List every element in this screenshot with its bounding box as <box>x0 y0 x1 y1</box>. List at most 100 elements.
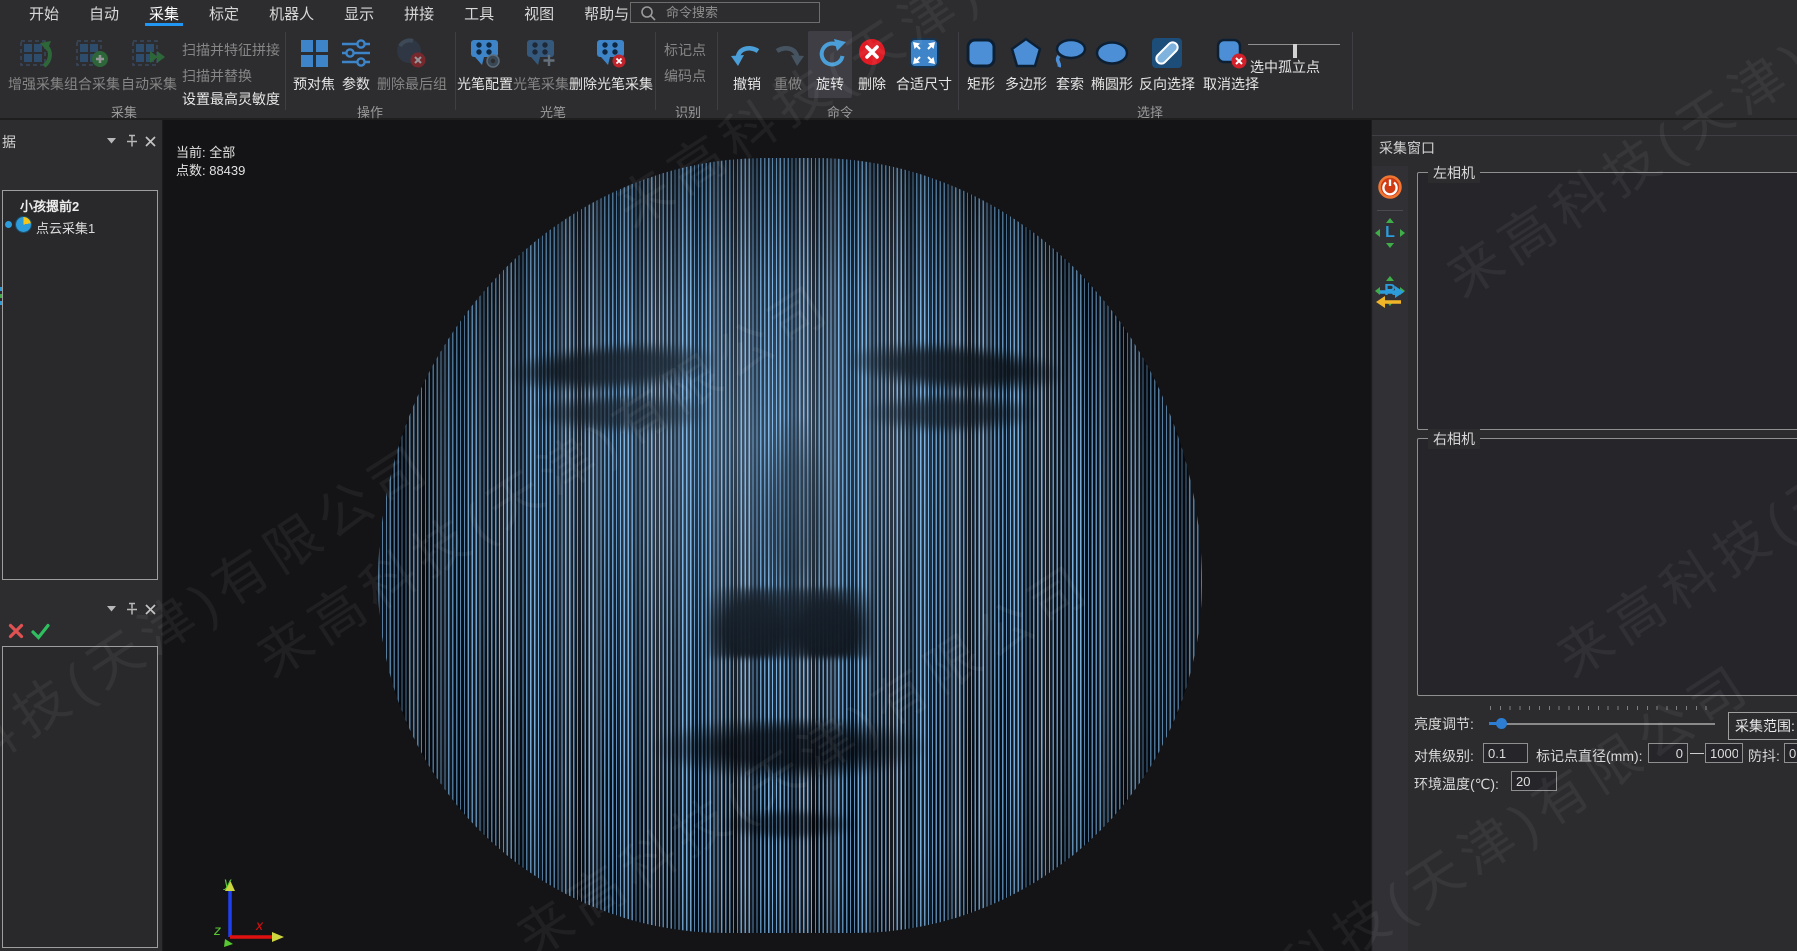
group-label-command: 命令 <box>810 102 870 121</box>
pen-collect-button[interactable]: 光笔采集 <box>512 33 570 94</box>
visibility-dot-icon[interactable] <box>5 221 12 228</box>
chevron-down-icon[interactable] <box>104 134 118 148</box>
face-point-cloud[interactable] <box>378 158 1202 933</box>
marker-min-input[interactable] <box>1648 743 1688 763</box>
invert-select-button[interactable]: 反向选择 <box>1134 33 1200 94</box>
group-label-pen: 光笔 <box>523 102 583 121</box>
coded-point-option[interactable]: 编码点 <box>664 66 706 86</box>
brightness-slider-track[interactable] <box>1489 723 1715 725</box>
rotate-icon <box>810 33 850 73</box>
menu-item-stitch[interactable]: 拼接 <box>389 0 449 26</box>
polygon-select-button[interactable]: 多边形 <box>1001 33 1051 94</box>
face-shading <box>378 158 1202 933</box>
menu-item-view[interactable]: 视图 <box>509 0 569 26</box>
auto-scan-button[interactable]: 自动采集 <box>120 33 178 94</box>
lasso-select-button[interactable]: 套索 <box>1051 33 1089 94</box>
menu-item-auto[interactable]: 自动 <box>74 0 134 26</box>
focus-level-input[interactable] <box>1483 743 1528 763</box>
group-label-recognize: 识别 <box>658 102 718 121</box>
prefocus-button[interactable]: 预对焦 <box>291 33 337 94</box>
reject-icon[interactable] <box>8 623 24 639</box>
fit-view-button[interactable]: 合适尺寸 <box>894 33 954 94</box>
group-label-select: 选择 <box>1120 102 1180 121</box>
scan-feature-stitch-option[interactable]: 扫描并特征拼接 <box>182 40 280 60</box>
pen-delete-button[interactable]: 删除光笔采集 <box>568 33 654 94</box>
group-label-collect: 采集 <box>94 102 154 121</box>
marker-max-input[interactable] <box>1705 743 1743 763</box>
env-temperature-input[interactable] <box>1511 771 1557 791</box>
tree-item-pointcloud[interactable]: 点云采集1 <box>36 218 95 237</box>
pin-icon[interactable] <box>124 602 138 616</box>
menu-item-collect[interactable]: 采集 <box>134 0 194 26</box>
antishake-label: 防抖: <box>1748 746 1780 766</box>
marker-range-separator: — <box>1690 744 1704 760</box>
lasso-select-icon <box>1051 33 1089 73</box>
marker-diameter-label: 标记点直径(mm): <box>1536 746 1643 766</box>
capture-window-title: 采集窗口 <box>1379 138 1435 158</box>
rect-select-button[interactable]: 矩形 <box>962 33 1000 94</box>
brightness-slider-handle[interactable] <box>1496 718 1507 729</box>
close-icon[interactable] <box>143 134 157 148</box>
menu-item-robot[interactable]: 机器人 <box>254 0 329 26</box>
redo-icon <box>769 33 807 73</box>
swap-cameras-icon[interactable] <box>1375 284 1405 315</box>
application-window: 开始 自动 采集 标定 机器人 显示 拼接 工具 视图 帮助与更新 增强采集 <box>0 0 1797 951</box>
scan-replace-option[interactable]: 扫描并替换 <box>182 66 252 86</box>
focus-level-label: 对焦级别: <box>1414 746 1474 766</box>
capture-window-panel: 采集窗口 L R 左相机 右相机 亮度调节: <box>1371 120 1797 951</box>
chevron-down-icon[interactable] <box>104 602 118 616</box>
enhanced-scan-icon <box>8 33 64 73</box>
ribbon-separator <box>655 32 656 110</box>
pen-config-button[interactable]: 光笔配置 <box>456 33 514 94</box>
search-input[interactable] <box>664 4 818 21</box>
delete-button[interactable]: 删除 <box>853 33 891 94</box>
enhanced-scan-button[interactable]: 增强采集 <box>8 33 64 94</box>
rotate-button[interactable]: 旋转 <box>808 31 852 98</box>
combine-scan-button[interactable]: 组合采集 <box>64 33 120 94</box>
capture-range-box[interactable]: 采集范围: <box>1728 712 1797 740</box>
viewport-points-label: 点数: 88439 <box>176 160 245 179</box>
viewport-3d[interactable]: 当前: 全部 点数: 88439 y x z <box>163 120 1371 951</box>
left-camera-toggle[interactable]: L <box>1377 220 1403 246</box>
delete-last-group-button[interactable]: 删除最后组 <box>376 33 448 94</box>
invert-select-icon <box>1134 33 1200 73</box>
rect-select-icon <box>962 33 1000 73</box>
redo-button[interactable]: 重做 <box>769 33 807 94</box>
right-camera-view: 右相机 <box>1417 438 1797 696</box>
ellipse-select-icon <box>1087 33 1137 73</box>
menu-bar: 开始 自动 采集 标定 机器人 显示 拼接 工具 视图 帮助与更新 <box>0 0 1797 26</box>
combine-scan-icon <box>64 33 120 73</box>
left-camera-toggle-letter: L <box>1377 220 1403 246</box>
power-icon[interactable] <box>1377 174 1404 206</box>
menu-item-calib[interactable]: 标定 <box>194 0 254 26</box>
close-icon[interactable] <box>143 602 157 616</box>
menu-item-tools[interactable]: 工具 <box>449 0 509 26</box>
command-search[interactable] <box>630 2 820 23</box>
undo-button[interactable]: 撤销 <box>728 33 766 94</box>
delete-last-group-icon <box>376 33 448 73</box>
parameters-button[interactable]: 参数 <box>338 33 374 94</box>
confirm-icon[interactable] <box>31 623 49 639</box>
isolated-points-slider-handle[interactable] <box>1293 44 1297 58</box>
tree-item-project[interactable]: 小孩摁前2 <box>20 196 79 215</box>
antishake-input[interactable] <box>1784 743 1797 763</box>
strip-divider <box>1377 210 1403 211</box>
axis-y-label: y <box>223 875 232 890</box>
pin-icon[interactable] <box>124 134 138 148</box>
fit-view-icon <box>894 33 954 73</box>
ribbon-separator <box>958 32 959 110</box>
parameters-icon <box>338 33 374 73</box>
menu-item-display[interactable]: 显示 <box>329 0 389 26</box>
ribbon-separator <box>285 32 286 110</box>
secondary-panel-box <box>2 646 158 948</box>
ribbon: 增强采集 组合采集 自动采集 扫描并特征拼接 扫描并替换 设置最高灵敏度 采集 … <box>0 26 1797 120</box>
model-tree[interactable]: 小孩摁前2 点云采集1 <box>2 190 158 580</box>
menu-item-start[interactable]: 开始 <box>14 0 74 26</box>
data-panel-title: 据 <box>2 132 16 152</box>
secondary-panel-header <box>0 596 160 622</box>
polygon-select-icon <box>1001 33 1051 73</box>
max-sensitivity-option[interactable]: 设置最高灵敏度 <box>182 89 280 109</box>
brightness-slider-ticks <box>1490 706 1714 710</box>
ellipse-select-button[interactable]: 椭圆形 <box>1087 33 1137 94</box>
marker-point-option[interactable]: 标记点 <box>664 40 706 60</box>
